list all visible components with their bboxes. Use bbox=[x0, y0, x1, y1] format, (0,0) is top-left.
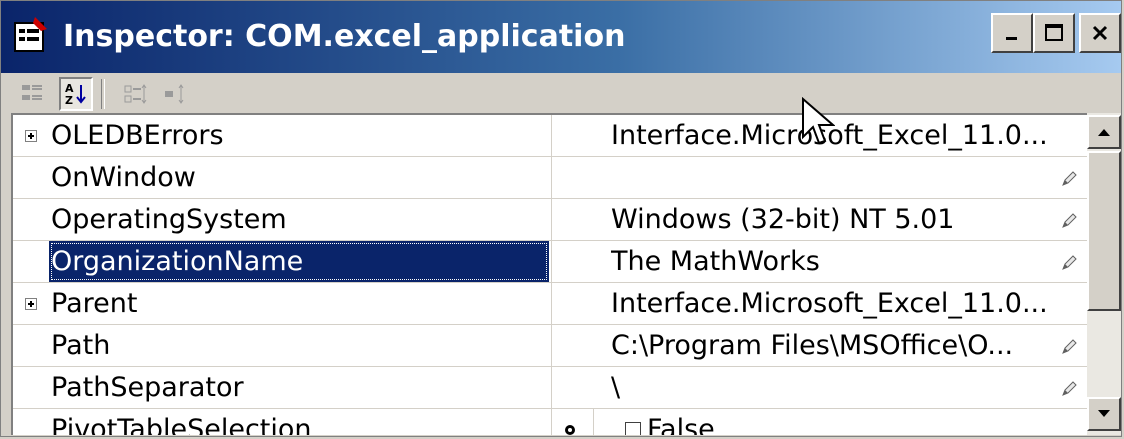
property-value: Interface.Microsoft_Excel_11.0... bbox=[611, 288, 1048, 319]
expand-plus-icon[interactable] bbox=[25, 129, 37, 142]
minimize-button[interactable] bbox=[991, 13, 1033, 53]
toolbar: A Z bbox=[1, 73, 1121, 113]
column-divider[interactable] bbox=[551, 409, 552, 435]
property-name: OperatingSystem bbox=[51, 204, 287, 235]
property-value[interactable]: C:\Program Files\MSOffice\O... bbox=[611, 325, 1051, 366]
property-value[interactable]: Windows (32-bit) NT 5.01 bbox=[611, 199, 1051, 240]
close-button[interactable] bbox=[1079, 13, 1121, 53]
property-grid: OLEDBErrors Interface.Microsoft_Excel_11… bbox=[11, 113, 1087, 435]
property-row[interactable]: PathSeparator \ bbox=[13, 367, 1087, 409]
expand-plus-icon[interactable] bbox=[25, 297, 37, 310]
scroll-thumb[interactable] bbox=[1087, 151, 1121, 311]
column-divider[interactable] bbox=[551, 115, 552, 156]
scroll-down-button[interactable] bbox=[1087, 397, 1121, 431]
edit-pencil-icon[interactable] bbox=[1059, 211, 1079, 231]
row-gutter bbox=[13, 283, 49, 324]
property-name: OLEDBErrors bbox=[51, 120, 224, 151]
collapse-all-button[interactable] bbox=[159, 77, 193, 111]
property-value[interactable]: The MathWorks bbox=[611, 241, 1051, 282]
edit-pencil-icon[interactable] bbox=[1059, 253, 1079, 273]
property-value[interactable]: \ bbox=[611, 367, 1051, 408]
property-name: PivotTableSelection bbox=[51, 414, 312, 435]
property-row[interactable]: OnWindow bbox=[13, 157, 1087, 199]
inspector-app-icon bbox=[14, 17, 47, 52]
column-divider bbox=[593, 409, 594, 435]
row-gutter bbox=[13, 325, 49, 366]
inspector-window: Inspector: COM.excel_application A Z OLE… bbox=[0, 0, 1122, 437]
property-name: OrganizationName bbox=[49, 241, 549, 282]
toolbar-separator bbox=[101, 79, 105, 109]
row-gutter bbox=[13, 115, 49, 156]
expand-all-icon bbox=[124, 84, 147, 104]
title-bar[interactable]: Inspector: COM.excel_application bbox=[1, 1, 1121, 73]
row-gutter bbox=[13, 367, 49, 408]
property-row[interactable]: OperatingSystem Windows (32-bit) NT 5.01 bbox=[13, 199, 1087, 241]
property-row[interactable]: Path C:\Program Files\MSOffice\O... bbox=[13, 325, 1087, 367]
column-divider[interactable] bbox=[551, 325, 552, 366]
row-gutter bbox=[13, 241, 49, 282]
collapse-all-icon bbox=[165, 84, 184, 104]
mouse-cursor-icon bbox=[802, 97, 835, 145]
column-divider[interactable] bbox=[551, 283, 552, 324]
row-gutter bbox=[13, 157, 49, 198]
column-divider[interactable] bbox=[551, 199, 552, 240]
property-row-selected[interactable]: OrganizationName The MathWorks bbox=[13, 241, 1087, 283]
scroll-up-button[interactable] bbox=[1087, 115, 1121, 149]
edit-pencil-icon[interactable] bbox=[1059, 169, 1079, 189]
window-title: Inspector: COM.excel_application bbox=[63, 19, 626, 54]
categorized-icon bbox=[22, 85, 42, 100]
property-value[interactable]: False bbox=[625, 409, 1065, 435]
checkbox-label: False bbox=[647, 414, 715, 435]
false-checkbox[interactable] bbox=[625, 421, 641, 435]
svg-text:Z: Z bbox=[65, 94, 73, 107]
edit-pencil-icon[interactable] bbox=[1059, 337, 1079, 357]
arrow-down-icon bbox=[1098, 410, 1110, 417]
sort-az-icon: A Z bbox=[65, 82, 86, 107]
vertical-scrollbar[interactable] bbox=[1087, 113, 1121, 435]
expand-all-button[interactable] bbox=[119, 77, 153, 111]
arrow-up-icon bbox=[1098, 129, 1110, 136]
sort-alphabetical-button[interactable]: A Z bbox=[59, 77, 93, 111]
maximize-icon bbox=[1045, 24, 1063, 41]
property-row[interactable]: Parent Interface.Microsoft_Excel_11.0... bbox=[13, 283, 1087, 325]
property-name: Path bbox=[51, 330, 111, 361]
categorized-button[interactable] bbox=[15, 77, 49, 111]
column-divider[interactable] bbox=[551, 241, 552, 282]
property-row[interactable]: PivotTableSelection False bbox=[13, 409, 1087, 435]
property-name: Parent bbox=[51, 288, 138, 319]
maximize-button[interactable] bbox=[1033, 13, 1075, 53]
column-divider[interactable] bbox=[551, 367, 552, 408]
edit-pencil-icon[interactable] bbox=[1059, 379, 1079, 399]
column-divider[interactable] bbox=[551, 157, 552, 198]
row-gutter bbox=[13, 199, 49, 240]
minimize-icon bbox=[1006, 37, 1017, 40]
property-name: OnWindow bbox=[51, 162, 196, 193]
row-gutter bbox=[13, 409, 49, 435]
default-value-icon[interactable] bbox=[563, 423, 577, 435]
property-value[interactable] bbox=[611, 157, 1051, 198]
property-row[interactable]: OLEDBErrors Interface.Microsoft_Excel_11… bbox=[13, 115, 1087, 157]
close-icon bbox=[1092, 25, 1108, 41]
property-name: PathSeparator bbox=[51, 372, 244, 403]
